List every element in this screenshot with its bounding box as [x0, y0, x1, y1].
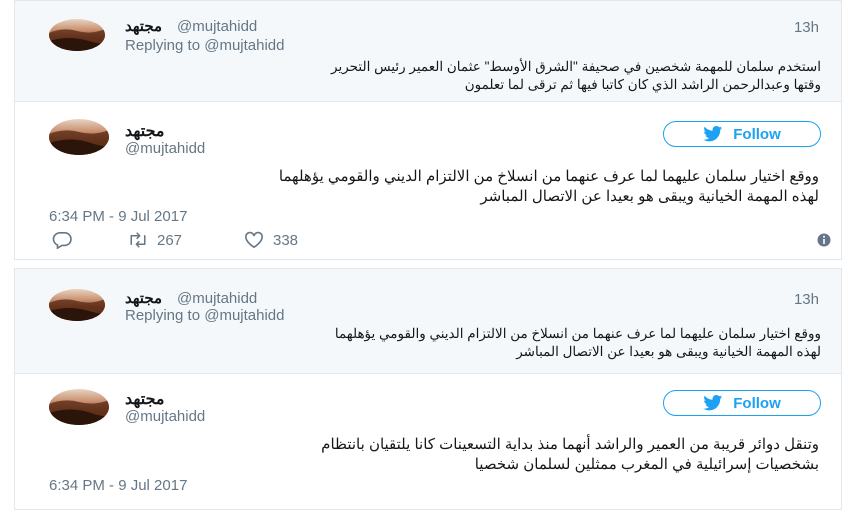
avatar[interactable]	[49, 389, 109, 425]
author-handle[interactable]: @mujtahidd	[177, 18, 257, 35]
author-handle[interactable]: @mujtahidd	[125, 140, 205, 157]
heart-icon	[245, 231, 263, 249]
author-handle[interactable]: @mujtahidd	[177, 290, 257, 307]
tweet-time[interactable]: 13h	[794, 19, 819, 36]
tweet-text-line-2: لهذه المهمة الخيانية ويبقى هو بعيدا عن ا…	[480, 188, 819, 205]
tweet-actions: 267 338	[51, 231, 831, 253]
follow-button[interactable]: Follow	[663, 121, 821, 147]
avatar[interactable]	[49, 119, 109, 155]
avatar[interactable]	[49, 19, 105, 51]
tweet-time[interactable]: 13h	[794, 291, 819, 308]
author-name[interactable]: مجتهد	[125, 121, 165, 141]
replying-prefix: Replying to	[125, 307, 201, 324]
author-name[interactable]: مجتهد	[125, 17, 162, 35]
avatar[interactable]	[49, 289, 105, 321]
info-icon[interactable]	[817, 233, 831, 247]
reply-button[interactable]	[51, 231, 73, 249]
tweet-timestamp[interactable]: 6:34 PM - 9 Jul 2017	[49, 208, 187, 225]
tweet-text-line-2: بشخصيات إسرائيلية في المغرب ممثلين لسلما…	[474, 456, 819, 473]
follow-label: Follow	[733, 125, 781, 143]
tweet-timestamp[interactable]: 6:34 PM - 9 Jul 2017	[49, 477, 187, 494]
like-count: 338	[273, 231, 299, 249]
retweet-count: 267	[157, 231, 183, 249]
tweet-text-line-2: وقتها وعبدالرحمن الراشد الذي كان كاتبا ف…	[464, 77, 821, 92]
twitter-bird-icon	[703, 126, 723, 142]
parent-tweet[interactable]: مجتهد @mujtahidd 13h Replying to @mujtah…	[15, 269, 841, 374]
tweet-card-1: مجتهد @mujtahidd 13h Replying to @mujtah…	[14, 0, 842, 260]
author-name[interactable]: مجتهد	[125, 389, 165, 409]
replying-prefix: Replying to	[125, 37, 201, 54]
tweet-text-line-2: لهذه المهمة الخيانية ويبقى هو بعيدا عن ا…	[516, 344, 821, 359]
parent-tweet[interactable]: مجتهد @mujtahidd 13h Replying to @mujtah…	[15, 1, 841, 102]
author-handle[interactable]: @mujtahidd	[125, 408, 205, 425]
tweet-text-line-1: وتنقل دوائر قريبة من العمير والراشد أنهم…	[321, 436, 819, 453]
retweet-icon	[130, 232, 146, 248]
tweet-card-2: مجتهد @mujtahidd 13h Replying to @mujtah…	[14, 268, 842, 510]
replying-to: Replying to @mujtahidd	[125, 37, 285, 54]
follow-button[interactable]: Follow	[663, 390, 821, 416]
tweet-text-line-1: ووقع اختيار سلمان عليهما لما عرف عنهما م…	[334, 326, 821, 341]
retweet-button[interactable]: 267	[127, 231, 182, 249]
replying-to: Replying to @mujtahidd	[125, 307, 285, 324]
replying-handle-link[interactable]: @mujtahidd	[204, 37, 284, 54]
author-name[interactable]: مجتهد	[125, 289, 162, 307]
tweet-text-line-1: استخدم سلمان للمهمة شخصين في صحيفة "الشر…	[331, 59, 821, 74]
like-button[interactable]: 338	[243, 231, 298, 249]
follow-label: Follow	[733, 394, 781, 412]
replying-handle-link[interactable]: @mujtahidd	[204, 307, 284, 324]
tweet-text-line-1: ووقع اختيار سلمان عليهما لما عرف عنهما م…	[278, 168, 819, 185]
reply-icon	[52, 231, 72, 249]
twitter-bird-icon	[703, 395, 723, 411]
